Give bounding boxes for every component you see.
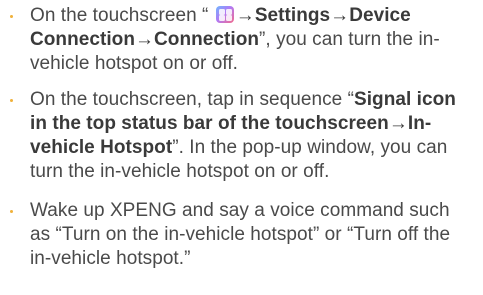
app-launcher-icon [215,6,234,23]
bullet-icon [10,15,13,18]
list-item: Wake up XPENG and say a voice command su… [0,199,483,271]
item-text: On the touchscreen, tap in sequence “ [30,89,354,110]
item-text: On the touchscreen “ [30,5,214,26]
list-item: On the touchscreen “ →Settings→Device Co… [0,4,483,76]
bullet-icon [10,210,13,213]
bullet-icon [10,99,13,102]
list-item: On the touchscreen, tap in sequence “Sig… [0,88,483,184]
instruction-list: On the touchscreen “ →Settings→Device Co… [0,0,483,295]
item-text: Wake up XPENG and say a voice command su… [30,200,451,269]
